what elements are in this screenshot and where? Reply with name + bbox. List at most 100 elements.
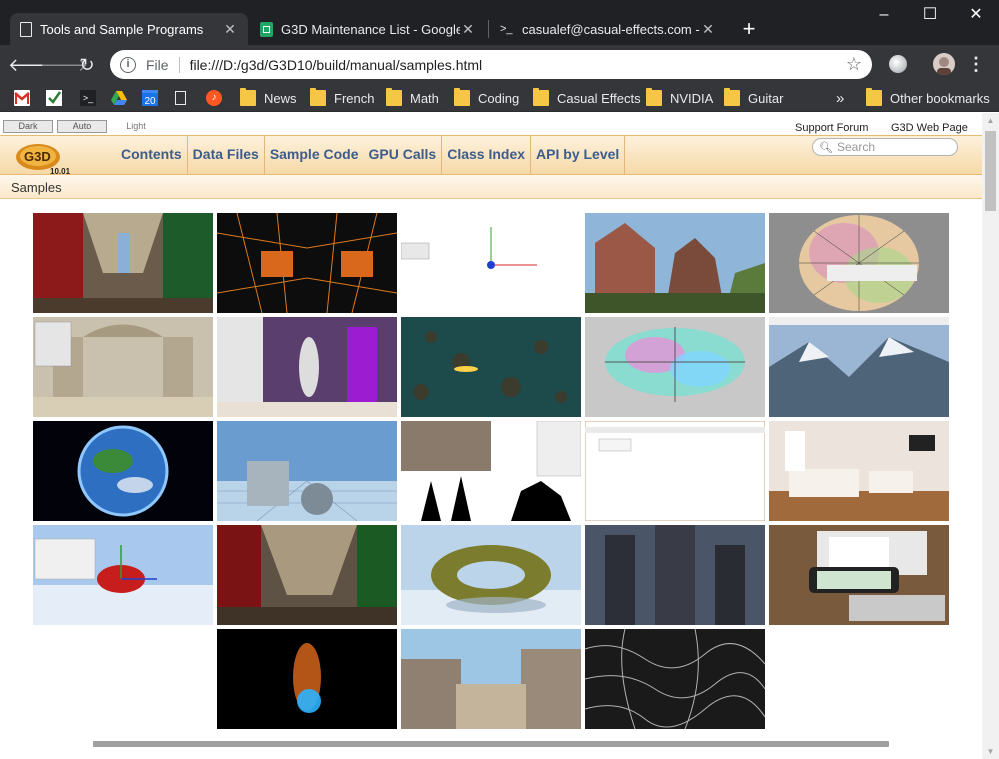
sample-thumbnail[interactable] bbox=[585, 525, 765, 625]
close-tab-icon[interactable]: ✕ bbox=[700, 21, 716, 38]
bookmark-label: Math bbox=[410, 90, 439, 106]
nav-data-files[interactable]: Data Files bbox=[188, 136, 265, 174]
bookmark-folder-math[interactable]: Math bbox=[386, 88, 439, 108]
forward-button[interactable]: 🡒 bbox=[40, 51, 88, 79]
close-window-button[interactable]: ✕ bbox=[953, 0, 999, 30]
music-icon: ♪ bbox=[206, 90, 222, 106]
sample-thumbnail[interactable] bbox=[217, 525, 397, 625]
maximize-button[interactable]: ☐ bbox=[907, 0, 953, 30]
sample-thumbnail[interactable] bbox=[401, 421, 581, 521]
bookmark-folder-coding[interactable]: Coding bbox=[454, 88, 519, 108]
bookmark-drive[interactable] bbox=[111, 88, 135, 108]
breadcrumb-band: Samples bbox=[0, 175, 982, 199]
logo-text: G3D bbox=[24, 149, 51, 164]
theme-light-button[interactable]: Light bbox=[111, 120, 161, 133]
extension-icon[interactable] bbox=[889, 55, 907, 73]
document-icon bbox=[175, 91, 186, 105]
sample-thumbnail[interactable] bbox=[33, 525, 213, 625]
bookmark-calendar[interactable]: 20 bbox=[142, 88, 166, 108]
tab-casual-effects-mail[interactable]: >_ casualef@casual-effects.com - Se ✕ bbox=[490, 13, 726, 45]
bookmark-label: Guitar bbox=[748, 90, 784, 106]
sample-thumbnail[interactable] bbox=[585, 213, 765, 313]
sample-thumbnail[interactable] bbox=[769, 421, 949, 521]
other-bookmarks-folder[interactable]: Other bookmarks bbox=[866, 88, 990, 108]
minimize-button[interactable]: – bbox=[861, 0, 907, 30]
sample-thumbnail[interactable] bbox=[217, 213, 397, 313]
url-text[interactable]: file:///D:/g3d/G3D10/build/manual/sample… bbox=[190, 57, 846, 73]
tab-title: Tools and Sample Programs bbox=[40, 21, 204, 37]
calendar-icon: 20 bbox=[142, 90, 158, 107]
sample-thumbnail[interactable] bbox=[401, 317, 581, 417]
support-forum-link[interactable]: Support Forum bbox=[795, 122, 868, 134]
vertical-scrollbar[interactable]: ▲ ▼ bbox=[982, 113, 999, 759]
page-icon bbox=[20, 21, 32, 37]
horizontal-scrollbar[interactable] bbox=[93, 741, 889, 747]
nav-class-index[interactable]: Class Index bbox=[442, 136, 532, 174]
sample-thumbnail[interactable] bbox=[217, 421, 397, 521]
info-icon[interactable]: i bbox=[120, 56, 136, 73]
bookmark-star-icon[interactable]: ☆ bbox=[846, 54, 862, 75]
folder-icon bbox=[386, 88, 402, 106]
sample-thumbnail[interactable] bbox=[217, 629, 397, 729]
tab-g3d-maintenance[interactable]: G3D Maintenance List - Google S ✕ bbox=[250, 13, 486, 45]
bookmark-label: Other bookmarks bbox=[890, 90, 990, 106]
bookmark-folder-casual-effects[interactable]: Casual Effects bbox=[533, 88, 641, 108]
profile-avatar[interactable] bbox=[933, 53, 955, 75]
scroll-up-arrow[interactable]: ▲ bbox=[986, 116, 995, 125]
folder-icon bbox=[533, 88, 549, 106]
scroll-down-arrow[interactable]: ▼ bbox=[986, 747, 995, 756]
bookmark-music[interactable]: ♪ bbox=[206, 88, 230, 108]
sample-thumbnail[interactable] bbox=[769, 213, 949, 313]
bookmark-folder-nvidia[interactable]: NVIDIA bbox=[646, 88, 713, 108]
bookmark-gmail[interactable] bbox=[14, 88, 38, 108]
scrollbar-thumb[interactable] bbox=[985, 131, 996, 211]
doc-nav-band: G3D 10.01 Contents Data Files Sample Cod… bbox=[0, 135, 982, 176]
browser-window: { "browser": { "tabs": [ {"title": "Tool… bbox=[0, 0, 999, 759]
bookmark-folder-guitar[interactable]: Guitar bbox=[724, 88, 783, 108]
bookmark-tasks[interactable] bbox=[46, 88, 70, 108]
tab-tools-and-samples[interactable]: Tools and Sample Programs ✕ bbox=[10, 13, 248, 45]
g3d-web-page-link[interactable]: G3D Web Page bbox=[891, 122, 968, 134]
folder-icon bbox=[454, 88, 470, 106]
theme-dark-button[interactable]: Dark bbox=[3, 120, 53, 133]
browser-menu-icon[interactable]: ⋮ bbox=[966, 53, 986, 77]
nav-gpu-calls[interactable]: GPU Calls bbox=[364, 136, 443, 174]
sample-thumbnail[interactable] bbox=[217, 317, 397, 417]
reload-button[interactable]: ↻ bbox=[73, 51, 101, 79]
sample-thumbnail[interactable] bbox=[33, 317, 213, 417]
bookmark-label: NVIDIA bbox=[670, 90, 714, 106]
g3d-logo[interactable]: G3D 10.01 bbox=[14, 140, 74, 176]
sample-thumbnail[interactable] bbox=[585, 629, 765, 729]
close-tab-icon[interactable]: ✕ bbox=[222, 21, 238, 38]
bookmarks-overflow-button[interactable]: » bbox=[836, 88, 844, 108]
sample-thumbnail[interactable] bbox=[33, 421, 213, 521]
search-input[interactable]: 🔍︎ Search bbox=[812, 138, 958, 156]
sample-thumbnail[interactable] bbox=[769, 317, 949, 417]
nav-sample-code[interactable]: Sample Code bbox=[265, 136, 364, 174]
sample-thumbnail[interactable] bbox=[585, 317, 765, 417]
breadcrumb: Samples bbox=[11, 180, 62, 195]
sample-thumbnail[interactable] bbox=[585, 421, 765, 521]
tab-strip: Tools and Sample Programs ✕ G3D Maintena… bbox=[0, 0, 999, 45]
bookmark-label: News bbox=[264, 90, 297, 106]
address-bar[interactable]: i File file:///D:/g3d/G3D10/build/manual… bbox=[110, 50, 872, 79]
sample-thumbnail[interactable] bbox=[401, 629, 581, 729]
close-tab-icon[interactable]: ✕ bbox=[460, 21, 476, 38]
back-button[interactable]: 🡐 bbox=[8, 51, 56, 79]
sample-thumbnail[interactable] bbox=[401, 525, 581, 625]
bookmark-terminal[interactable]: >_ bbox=[80, 88, 104, 108]
sample-thumbnail[interactable] bbox=[33, 213, 213, 313]
theme-switcher: Dark Auto Light bbox=[3, 120, 161, 133]
checkbox-icon bbox=[46, 90, 62, 106]
new-tab-button[interactable]: + bbox=[736, 17, 762, 43]
nav-contents[interactable]: Contents bbox=[116, 136, 188, 174]
bookmark-label: Coding bbox=[478, 90, 520, 106]
sample-thumbnail[interactable] bbox=[401, 213, 581, 313]
bookmark-folder-french[interactable]: French bbox=[310, 88, 374, 108]
nav-api-by-level[interactable]: API by Level bbox=[531, 136, 626, 174]
bookmark-folder-news[interactable]: News bbox=[240, 88, 297, 108]
bookmark-document[interactable] bbox=[175, 88, 194, 108]
theme-auto-button[interactable]: Auto bbox=[57, 120, 107, 133]
sample-thumbnail[interactable] bbox=[769, 525, 949, 625]
search-icon: 🔍︎ bbox=[819, 141, 833, 154]
